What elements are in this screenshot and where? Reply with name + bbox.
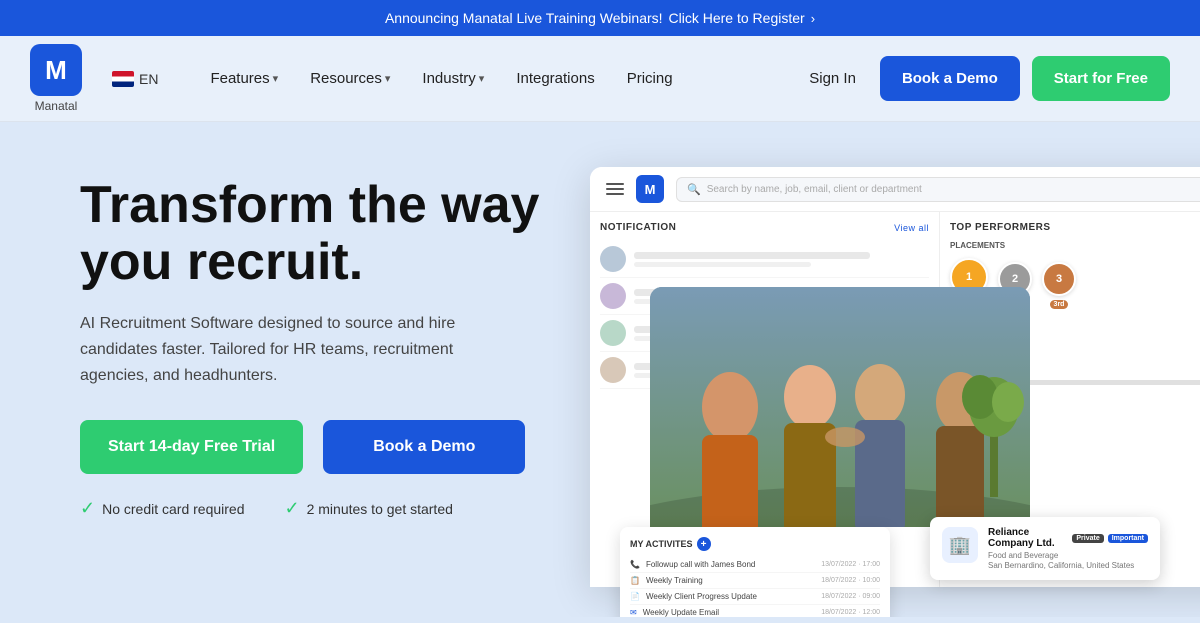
activity-row-3: ✉ Weekly Update Email 18/07/2022 · 12:00 — [630, 605, 880, 617]
act-text-0: Followup call with James Bond — [646, 560, 815, 569]
check-icon-2: ✓ — [285, 498, 300, 519]
signin-link[interactable]: Sign In — [797, 62, 868, 95]
people-illustration — [650, 287, 1030, 527]
notif-item-1 — [600, 241, 929, 278]
activities-title: MY ACTIVITES — [630, 539, 693, 549]
hero-buttons: Start 14-day Free Trial Book a Demo — [80, 420, 560, 474]
lang-label: EN — [139, 71, 158, 87]
navbar: M Manatal EN Features ▾ Resources ▾ Indu… — [0, 36, 1200, 122]
dash-search-bar[interactable]: 🔍 Search by name, job, email, client or … — [676, 177, 1200, 202]
hero-title: Transform the way you recruit. — [80, 177, 560, 291]
act-text-2: Weekly Client Progress Update — [646, 592, 815, 601]
notification-title: NOTIFICATION View all — [600, 222, 929, 233]
photo-silhouettes — [650, 287, 1030, 527]
hero-subtitle: AI Recruitment Software designed to sour… — [80, 311, 520, 388]
activity-panel: MY ACTIVITES + 📞 Followup call with Jame… — [620, 527, 890, 617]
photo-overlay — [650, 287, 1030, 527]
chevron-down-icon: ▾ — [273, 72, 279, 85]
chevron-down-icon: ▾ — [479, 72, 485, 85]
chevron-down-icon: ▾ — [385, 72, 391, 85]
company-card: 🏢 Reliance Company Ltd. Private Importan… — [930, 517, 1160, 580]
nav-resources-label: Resources — [310, 70, 382, 87]
nav-integrations[interactable]: Integrations — [504, 62, 606, 95]
trust-item-2: ✓ 2 minutes to get started — [285, 498, 453, 519]
hamburger-menu-icon[interactable] — [606, 183, 624, 195]
company-location: San Bernardino, California, United State… — [988, 561, 1148, 570]
performer-3: 3 3rd — [1042, 262, 1076, 309]
trust-item-1: ✓ No credit card required — [80, 498, 245, 519]
company-info: Reliance Company Ltd. Private Important … — [988, 527, 1148, 570]
flag-icon — [112, 71, 134, 87]
search-icon: 🔍 — [687, 183, 701, 196]
act-text-3: Weekly Update Email — [643, 608, 816, 617]
company-badge-private: Private — [1072, 534, 1103, 543]
banner-link[interactable]: Click Here to Register — [669, 10, 805, 26]
nav-actions: Sign In Book a Demo Start for Free — [797, 56, 1170, 101]
nav-features-label: Features — [210, 70, 269, 87]
avatar-1 — [600, 246, 626, 272]
company-logo: 🏢 — [942, 527, 978, 563]
performers-title: TOP PERFORMERS View more — [950, 222, 1200, 233]
logo-name: Manatal — [35, 99, 78, 113]
announcement-banner: Announcing Manatal Live Training Webinar… — [0, 0, 1200, 36]
activity-row-1: 📋 Weekly Training 18/07/2022 · 10:00 — [630, 573, 880, 589]
nav-industry-label: Industry — [422, 70, 475, 87]
view-all-link[interactable]: View all — [894, 223, 929, 233]
act-date-3: 18/07/2022 · 12:00 — [821, 609, 880, 616]
company-name: Reliance Company Ltd. Private Important — [988, 527, 1148, 549]
nav-resources[interactable]: Resources ▾ — [298, 62, 402, 95]
banner-text: Announcing Manatal Live Training Webinar… — [385, 10, 663, 26]
email-icon: ✉ — [630, 608, 637, 617]
hero-right: M 🔍 Search by name, job, email, client o… — [590, 167, 1150, 617]
trust-label-2: 2 minutes to get started — [307, 501, 453, 517]
language-selector[interactable]: EN — [112, 71, 158, 87]
dash-search-placeholder: Search by name, job, email, client or de… — [707, 184, 922, 195]
book-demo-button[interactable]: Book a Demo — [880, 56, 1020, 101]
company-industry: Food and Beverage — [988, 551, 1148, 560]
performer-avatar-3: 3 — [1042, 262, 1076, 296]
logo-area[interactable]: M Manatal — [30, 44, 82, 113]
add-activity-button[interactable]: + — [697, 537, 711, 551]
phone-icon: 📞 — [630, 560, 640, 569]
dash-topbar: M 🔍 Search by name, job, email, client o… — [590, 167, 1200, 212]
act-date-1: 18/07/2022 · 10:00 — [821, 577, 880, 584]
nav-links: Features ▾ Resources ▾ Industry ▾ Integr… — [198, 62, 797, 95]
hero-trust: ✓ No credit card required ✓ 2 minutes to… — [80, 498, 560, 519]
act-text-1: Weekly Training — [646, 576, 815, 585]
nav-pricing[interactable]: Pricing — [615, 62, 685, 95]
activity-row-2: 📄 Weekly Client Progress Update 18/07/20… — [630, 589, 880, 605]
rank-badge-3: 3rd — [1050, 300, 1069, 309]
placements-label: PLACEMENTS — [950, 241, 1200, 250]
start-free-button[interactable]: Start for Free — [1032, 56, 1170, 101]
avatar-2 — [600, 283, 626, 309]
check-icon-1: ✓ — [80, 498, 95, 519]
hero-section: Transform the way you recruit. AI Recrui… — [0, 122, 1200, 617]
hero-demo-button[interactable]: Book a Demo — [323, 420, 525, 474]
nav-features[interactable]: Features ▾ — [198, 62, 290, 95]
avatar-3 — [600, 320, 626, 346]
doc-icon: 📄 — [630, 592, 640, 601]
dash-logo: M — [636, 175, 664, 203]
trust-label-1: No credit card required — [102, 501, 244, 517]
logo-box: M — [30, 44, 82, 96]
trial-button[interactable]: Start 14-day Free Trial — [80, 420, 303, 474]
nav-pricing-label: Pricing — [627, 70, 673, 87]
logo-letter: M — [45, 55, 67, 86]
nav-integrations-label: Integrations — [516, 70, 594, 87]
activity-header: MY ACTIVITES + — [630, 537, 880, 551]
banner-arrow: › — [811, 11, 815, 26]
hero-left: Transform the way you recruit. AI Recrui… — [80, 167, 560, 519]
avatar-4 — [600, 357, 626, 383]
company-badge-important: Important — [1108, 534, 1148, 543]
activity-row-0: 📞 Followup call with James Bond 13/07/20… — [630, 557, 880, 573]
calendar-icon-1: 📋 — [630, 576, 640, 585]
nav-industry[interactable]: Industry ▾ — [410, 62, 496, 95]
act-date-2: 18/07/2022 · 09:00 — [821, 593, 880, 600]
act-date-0: 13/07/2022 · 17:00 — [821, 561, 880, 568]
